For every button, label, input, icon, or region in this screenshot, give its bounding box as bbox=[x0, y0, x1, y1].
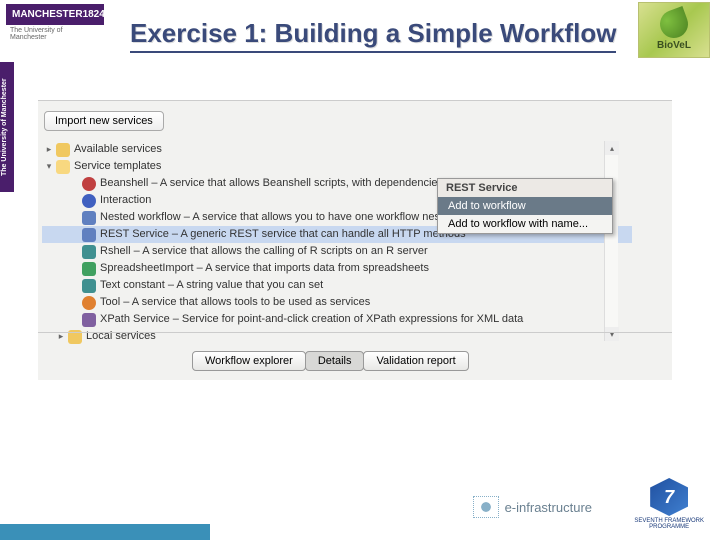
manchester-year: 1824 bbox=[83, 9, 105, 20]
tree-label: REST Service – A generic REST service th… bbox=[100, 227, 466, 242]
e-infra-icon bbox=[473, 496, 499, 518]
leaf-icon bbox=[656, 6, 692, 42]
chevron-right-icon[interactable]: ▸ bbox=[44, 145, 54, 155]
tree-label: Available services bbox=[74, 142, 162, 157]
tree-label: Interaction bbox=[100, 193, 151, 208]
vertical-university-label: The University of Manchester bbox=[0, 62, 14, 192]
tree-item-spreadsheet[interactable]: SpreadsheetImport – A service that impor… bbox=[42, 260, 632, 277]
vertical-scrollbar[interactable]: ▴ ▾ bbox=[604, 141, 618, 341]
text-icon bbox=[82, 279, 96, 293]
tree-label: Rshell – A service that allows the calli… bbox=[100, 244, 428, 259]
interaction-icon bbox=[82, 194, 96, 208]
scroll-down-icon[interactable]: ▾ bbox=[605, 327, 619, 341]
xpath-icon bbox=[82, 313, 96, 327]
spreadsheet-icon bbox=[82, 262, 96, 276]
chevron-down-icon[interactable]: ▾ bbox=[44, 162, 54, 172]
bean-icon bbox=[82, 177, 96, 191]
tab-workflow-explorer[interactable]: Workflow explorer bbox=[192, 351, 306, 371]
services-tree: ▸ Available services ▾ Service templates… bbox=[42, 141, 632, 345]
menu-item-add-with-name[interactable]: Add to workflow with name... bbox=[438, 215, 612, 233]
tab-validation[interactable]: Validation report bbox=[363, 351, 468, 371]
nested-workflow-icon bbox=[82, 211, 96, 225]
tab-details[interactable]: Details bbox=[305, 351, 365, 371]
tree-item-rshell[interactable]: Rshell – A service that allows the calli… bbox=[42, 243, 632, 260]
biovel-label: BioVeL bbox=[657, 40, 691, 51]
services-panel: Import new services ▸ Available services… bbox=[38, 100, 672, 380]
bottom-tabs: Workflow explorer Details Validation rep… bbox=[192, 351, 469, 371]
tree-item-templates[interactable]: ▾ Service templates bbox=[42, 158, 632, 175]
fp7-number: 7 bbox=[664, 487, 674, 508]
manchester-logo: MANCHESTER 1824 The University of Manche… bbox=[6, 4, 104, 43]
tree-label: Service templates bbox=[74, 159, 161, 174]
tree-item-text[interactable]: Text constant – A string value that you … bbox=[42, 277, 632, 294]
e-infra-label: e-infrastructure bbox=[505, 500, 592, 515]
tree-item-local[interactable]: ▸ Local services bbox=[42, 328, 632, 345]
fp7-logo: 7 SEVENTH FRAMEWORK PROGRAMME bbox=[634, 478, 704, 530]
rshell-icon bbox=[82, 245, 96, 259]
fp7-badge-icon: 7 bbox=[650, 478, 688, 516]
tree-item-available[interactable]: ▸ Available services bbox=[42, 141, 632, 158]
tree-label: Text constant – A string value that you … bbox=[100, 278, 323, 293]
context-menu: REST Service Add to workflow Add to work… bbox=[437, 178, 613, 234]
folder-icon bbox=[56, 143, 70, 157]
scroll-up-icon[interactable]: ▴ bbox=[605, 141, 619, 155]
rest-icon bbox=[82, 228, 96, 242]
e-infrastructure-logo: e-infrastructure bbox=[473, 496, 592, 518]
tree-label: XPath Service – Service for point-and-cl… bbox=[100, 312, 523, 327]
panel-divider bbox=[38, 332, 672, 333]
folder-open-icon bbox=[56, 160, 70, 174]
footer-accent-bar bbox=[0, 524, 210, 540]
manchester-subtitle: The University of Manchester bbox=[6, 25, 104, 43]
fp7-sublabel: PROGRAMME bbox=[634, 524, 704, 530]
context-menu-title: REST Service bbox=[438, 179, 612, 197]
tree-item-xpath[interactable]: XPath Service – Service for point-and-cl… bbox=[42, 311, 632, 328]
tool-icon bbox=[82, 296, 96, 310]
tree-label: Tool – A service that allows tools to be… bbox=[100, 295, 370, 310]
manchester-name: MANCHESTER bbox=[12, 9, 83, 20]
import-services-button[interactable]: Import new services bbox=[44, 111, 164, 131]
tree-label: SpreadsheetImport – A service that impor… bbox=[100, 261, 429, 276]
biovel-logo: BioVeL bbox=[638, 2, 710, 58]
chevron-right-icon[interactable]: ▸ bbox=[56, 332, 66, 342]
tree-item-tool[interactable]: Tool – A service that allows tools to be… bbox=[42, 294, 632, 311]
menu-item-add-to-workflow[interactable]: Add to workflow bbox=[438, 197, 612, 215]
page-title: Exercise 1: Building a Simple Workflow bbox=[130, 18, 616, 53]
